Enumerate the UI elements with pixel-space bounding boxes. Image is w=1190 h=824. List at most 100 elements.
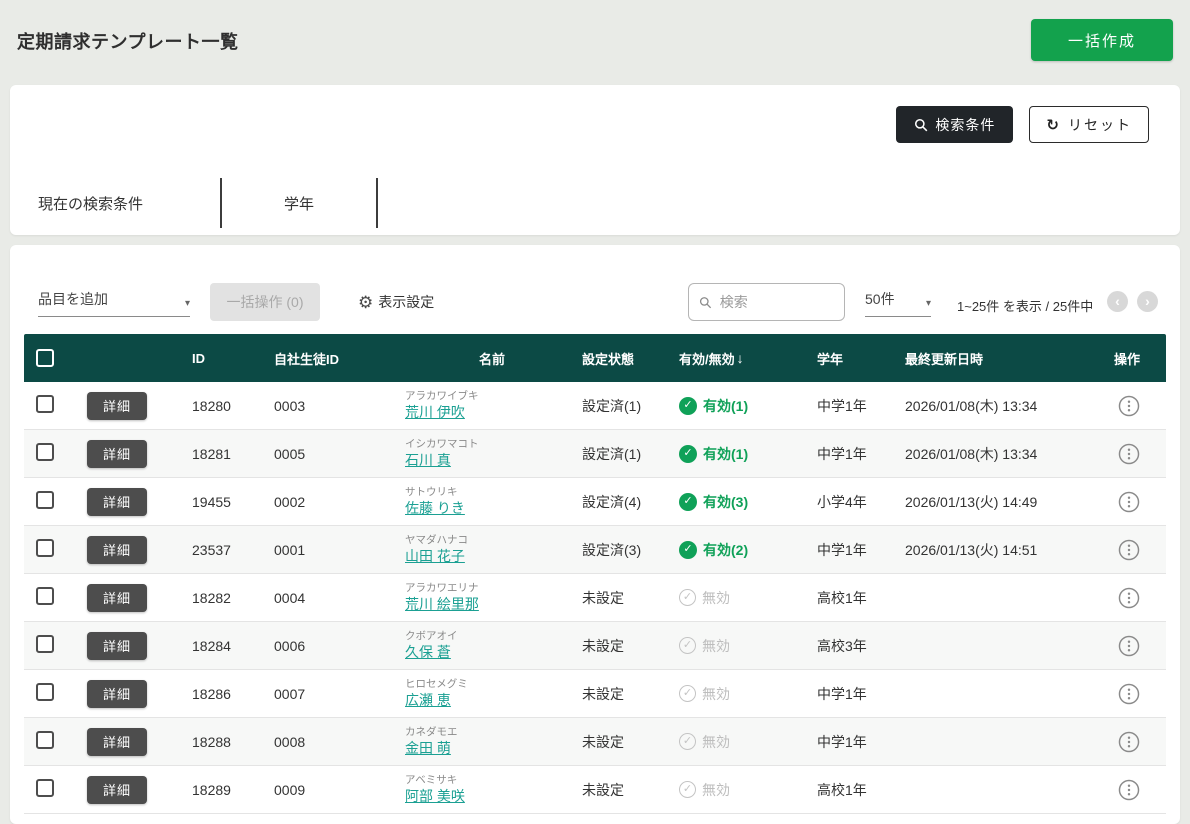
row-grade: 高校3年 bbox=[814, 636, 902, 656]
detail-button[interactable]: 詳細 bbox=[87, 536, 147, 564]
more-options-icon[interactable] bbox=[1118, 587, 1140, 609]
row-checkbox[interactable] bbox=[36, 587, 54, 605]
select-all-checkbox[interactable] bbox=[36, 349, 54, 367]
row-name-link[interactable]: 山田 花子 bbox=[405, 549, 465, 564]
enabled-badge: ✓ 無効 bbox=[679, 732, 814, 752]
row-name-cell: アラカワイブキ 荒川 伊吹 bbox=[402, 391, 579, 420]
search-conditions-button[interactable]: 検索条件 bbox=[896, 106, 1013, 143]
header-grade: 学年 bbox=[814, 349, 902, 368]
row-student-id: 0007 bbox=[271, 686, 402, 702]
row-name-kana: ヒロセメグミ bbox=[405, 679, 579, 690]
row-enabled-cell: ✓ 無効 bbox=[676, 636, 814, 656]
row-checkbox[interactable] bbox=[36, 635, 54, 653]
row-name-link[interactable]: 佐藤 りき bbox=[405, 501, 465, 516]
row-updated: 2026/01/08(木) 13:34 bbox=[902, 396, 1089, 416]
row-name-link[interactable]: 久保 蒼 bbox=[405, 645, 451, 660]
check-circle-icon: ✓ bbox=[679, 733, 696, 750]
pagination-range: 1~25件 を表示 / 25件中 bbox=[957, 296, 1093, 315]
row-id: 18289 bbox=[189, 782, 271, 798]
enabled-label: 無効 bbox=[702, 636, 730, 656]
reset-button[interactable]: ↻ リセット bbox=[1029, 106, 1149, 143]
table-body: 詳細 18280 0003 アラカワイブキ 荒川 伊吹 設定済(1) ✓ 有効(… bbox=[24, 382, 1166, 814]
row-name-kana: アベミサキ bbox=[405, 775, 579, 786]
row-id: 19455 bbox=[189, 494, 271, 510]
row-name-kana: サトウリキ bbox=[405, 487, 579, 498]
row-id: 18286 bbox=[189, 686, 271, 702]
row-checkbox[interactable] bbox=[36, 779, 54, 797]
more-options-icon[interactable] bbox=[1118, 491, 1140, 513]
row-checkbox[interactable] bbox=[36, 539, 54, 557]
row-name-link[interactable]: 石川 真 bbox=[405, 453, 451, 468]
enabled-label: 無効 bbox=[702, 588, 730, 608]
row-name-cell: イシカワマコト 石川 真 bbox=[402, 439, 579, 468]
detail-button[interactable]: 詳細 bbox=[87, 584, 147, 612]
detail-button[interactable]: 詳細 bbox=[87, 632, 147, 660]
detail-button[interactable]: 詳細 bbox=[87, 776, 147, 804]
row-student-id: 0004 bbox=[271, 590, 402, 606]
row-name-link[interactable]: 荒川 伊吹 bbox=[405, 405, 465, 420]
row-checkbox[interactable] bbox=[36, 683, 54, 701]
row-checkbox[interactable] bbox=[36, 395, 54, 413]
row-name-link[interactable]: 金田 萌 bbox=[405, 741, 451, 756]
row-updated: 2026/01/13(火) 14:51 bbox=[902, 540, 1089, 560]
search-input[interactable] bbox=[720, 294, 834, 310]
bulk-action-button[interactable]: 一括操作 (0) bbox=[210, 283, 320, 321]
row-name-link[interactable]: 荒川 絵里那 bbox=[405, 597, 479, 612]
row-updated: 2026/01/08(木) 13:34 bbox=[902, 444, 1089, 464]
header-enabled-sort[interactable]: 有効/無効 ↓ bbox=[676, 349, 814, 368]
row-name-kana: ヤマダハナコ bbox=[405, 535, 579, 546]
more-options-icon[interactable] bbox=[1118, 443, 1140, 465]
more-options-icon[interactable] bbox=[1118, 779, 1140, 801]
row-name-kana: カネダモエ bbox=[405, 727, 579, 738]
detail-button[interactable]: 詳細 bbox=[87, 488, 147, 516]
sort-desc-icon: ↓ bbox=[737, 350, 744, 366]
row-student-id: 0005 bbox=[271, 446, 402, 462]
row-student-id: 0009 bbox=[271, 782, 402, 798]
detail-button[interactable]: 詳細 bbox=[87, 440, 147, 468]
display-settings-button[interactable]: ⚙ 表示設定 bbox=[358, 292, 434, 312]
search-icon bbox=[914, 118, 928, 132]
current-conditions-label: 現在の検索条件 bbox=[38, 178, 220, 228]
prev-page-button[interactable]: ‹ bbox=[1107, 291, 1128, 312]
row-status: 未設定 bbox=[579, 588, 676, 608]
row-name-cell: アラカワエリナ 荒川 絵里那 bbox=[402, 583, 579, 612]
more-options-icon[interactable] bbox=[1118, 635, 1140, 657]
per-page-value: 50件 bbox=[865, 289, 895, 309]
bulk-create-button[interactable]: 一括作成 bbox=[1031, 19, 1173, 61]
per-page-select[interactable]: 50件 ▾ bbox=[865, 289, 931, 317]
row-name-kana: アラカワイブキ bbox=[405, 391, 579, 402]
detail-button[interactable]: 詳細 bbox=[87, 728, 147, 756]
display-settings-label: 表示設定 bbox=[378, 292, 434, 312]
table-row: 詳細 18284 0006 クボアオイ 久保 蒼 未設定 ✓ 無効 高校3年 bbox=[24, 622, 1166, 670]
more-options-icon[interactable] bbox=[1118, 395, 1140, 417]
row-name-link[interactable]: 広瀬 恵 bbox=[405, 693, 451, 708]
header-name: 名前 bbox=[402, 349, 579, 368]
row-grade: 高校1年 bbox=[814, 780, 902, 800]
more-options-icon[interactable] bbox=[1118, 539, 1140, 561]
enabled-badge: ✓ 無効 bbox=[679, 636, 814, 656]
enabled-badge: ✓ 有効(1) bbox=[679, 444, 814, 464]
row-checkbox[interactable] bbox=[36, 491, 54, 509]
row-checkbox[interactable] bbox=[36, 731, 54, 749]
search-conditions-label: 検索条件 bbox=[935, 115, 995, 135]
chevron-down-icon: ▾ bbox=[926, 299, 931, 309]
table-row: 詳細 18288 0008 カネダモエ 金田 萌 未設定 ✓ 無効 中学1年 bbox=[24, 718, 1166, 766]
enabled-badge: ✓ 有効(2) bbox=[679, 540, 814, 560]
row-checkbox[interactable] bbox=[36, 443, 54, 461]
detail-button[interactable]: 詳細 bbox=[87, 392, 147, 420]
detail-button[interactable]: 詳細 bbox=[87, 680, 147, 708]
next-page-button[interactable]: › bbox=[1137, 291, 1158, 312]
more-options-icon[interactable] bbox=[1118, 683, 1140, 705]
enabled-label: 有効(2) bbox=[703, 540, 748, 560]
row-status: 未設定 bbox=[579, 780, 676, 800]
row-name-link[interactable]: 阿部 美咲 bbox=[405, 789, 465, 804]
enabled-label: 無効 bbox=[702, 780, 730, 800]
add-item-select[interactable]: 品目を追加 ▾ bbox=[38, 289, 190, 317]
header-status: 設定状態 bbox=[579, 349, 676, 368]
row-student-id: 0006 bbox=[271, 638, 402, 654]
check-circle-icon: ✓ bbox=[679, 397, 697, 415]
row-id: 18282 bbox=[189, 590, 271, 606]
row-enabled-cell: ✓ 有効(1) bbox=[676, 396, 814, 416]
row-name-cell: サトウリキ 佐藤 りき bbox=[402, 487, 579, 516]
more-options-icon[interactable] bbox=[1118, 731, 1140, 753]
